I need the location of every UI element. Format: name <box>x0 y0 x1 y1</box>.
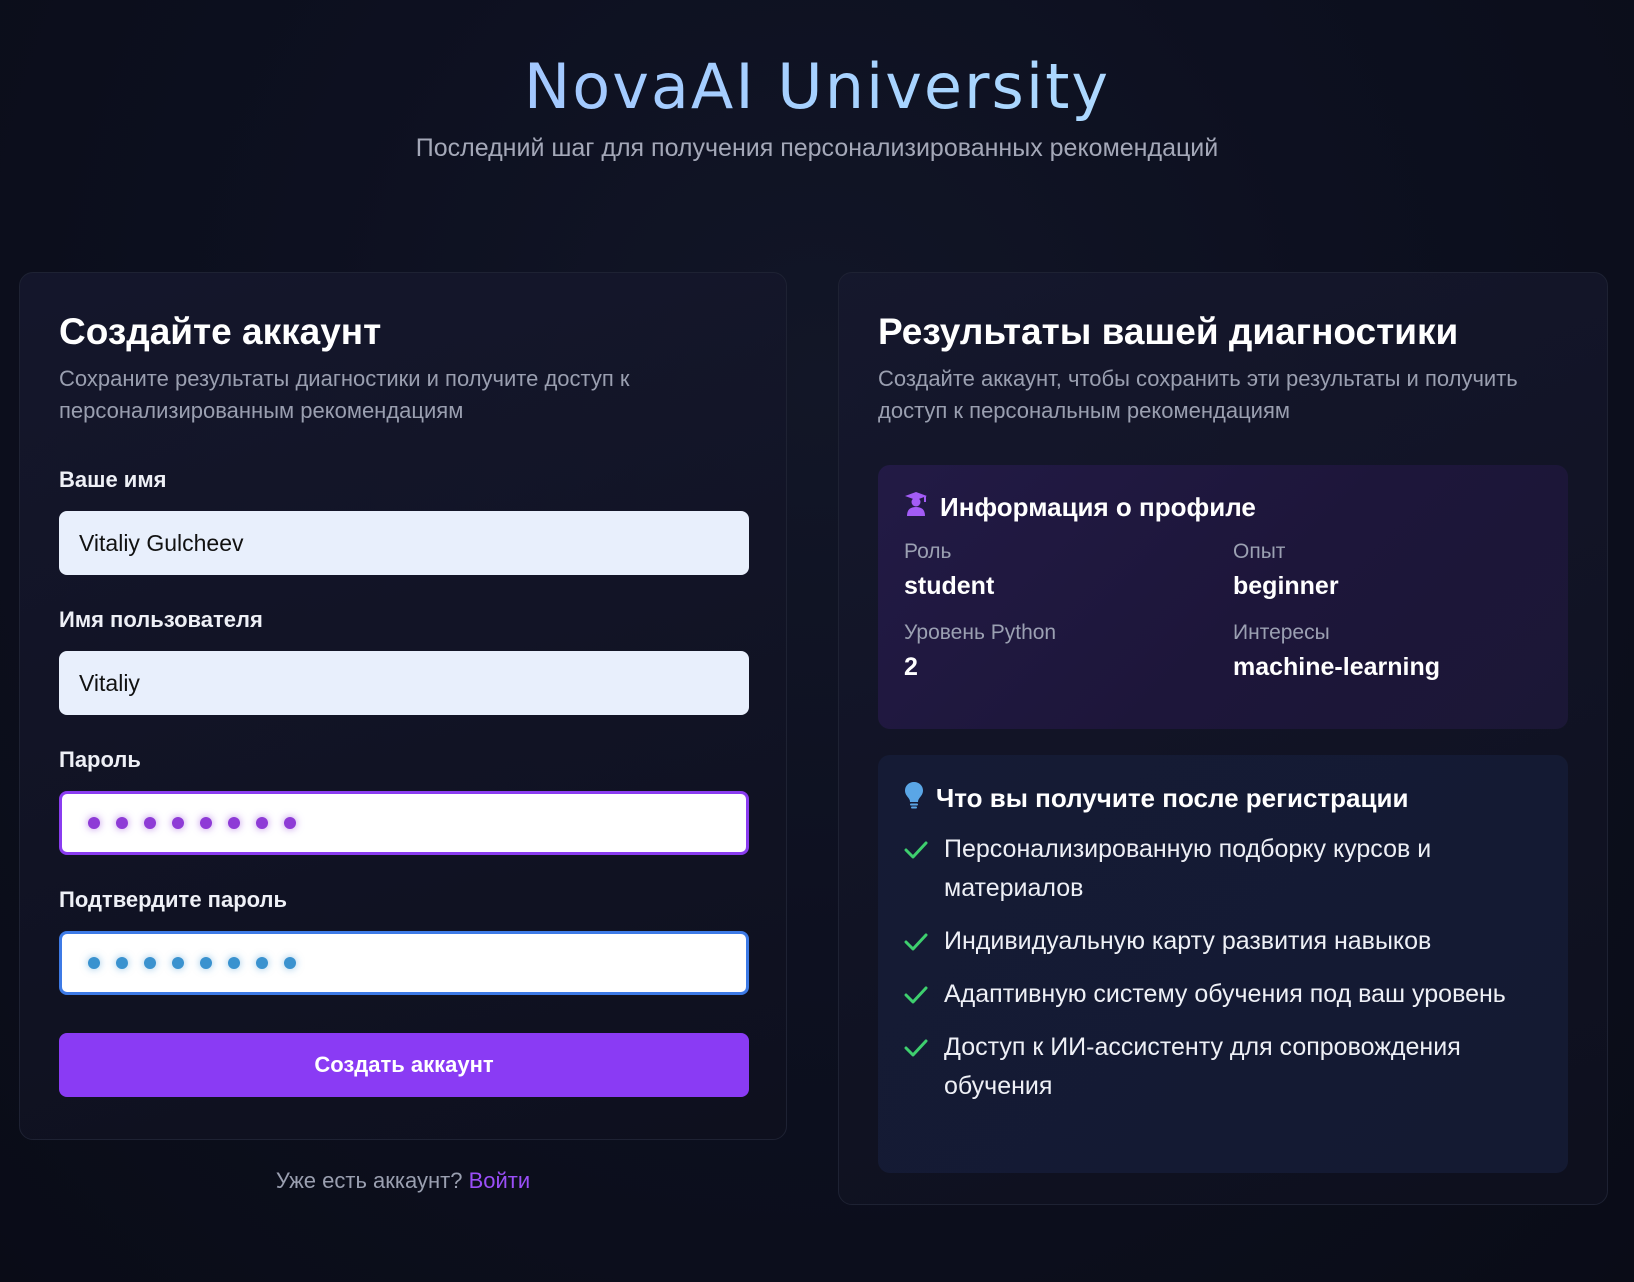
login-link[interactable]: Войти <box>469 1168 531 1193</box>
check-icon <box>904 975 930 1014</box>
results-subtitle: Создайте аккаунт, чтобы сохранить эти ре… <box>878 366 1518 423</box>
login-prompt-row: Уже есть аккаунт? Войти <box>19 1168 787 1194</box>
stat-label: Интересы <box>1233 621 1330 644</box>
signup-card: Создайте аккаунт Сохраните результаты ди… <box>19 272 787 1140</box>
check-icon <box>904 830 930 869</box>
stat-label: Уровень Python <box>904 621 1057 644</box>
page-tagline: Последний шаг для получения персонализир… <box>415 134 1219 162</box>
signup-subtitle: Сохраните результаты диагностики и получ… <box>59 366 630 423</box>
create-account-button[interactable]: Создать аккаунт <box>59 1033 749 1097</box>
page-header: NovaAI University Последний шаг для полу… <box>0 48 1634 163</box>
confirm-password-input[interactable] <box>59 931 749 995</box>
stat-interests: Интересы machine-learning <box>1233 621 1562 682</box>
password-mask <box>82 817 296 829</box>
check-icon <box>904 1028 930 1067</box>
stat-role: Роль student <box>904 540 1233 601</box>
benefit-item: Адаптивную систему обучения под ваш уров… <box>904 975 1542 1014</box>
password-input[interactable] <box>59 791 749 855</box>
name-field-group: Ваше имя Vitaliy Gulcheev <box>59 467 749 575</box>
password-field-group: Пароль <box>59 747 749 855</box>
graduate-icon <box>904 491 928 524</box>
signup-title: Создайте аккаунт <box>59 311 382 352</box>
stat-label: Роль <box>904 540 952 563</box>
profile-heading-row: Информация о профиле <box>904 491 1542 524</box>
lightbulb-icon <box>904 781 924 816</box>
benefits-heading: Что вы получите после регистрации <box>936 783 1409 813</box>
results-title: Результаты вашей диагностики <box>878 311 1459 352</box>
profile-heading: Информация о профиле <box>940 492 1256 522</box>
check-icon <box>904 922 930 961</box>
brand-title: NovaAI University <box>0 48 1634 126</box>
results-card: Результаты вашей диагностики Создайте ак… <box>838 272 1608 1205</box>
password-label: Пароль <box>59 747 141 772</box>
stat-python-level: Уровень Python 2 <box>904 621 1233 682</box>
benefit-text: Доступ к ИИ-ассистенту для сопровождения… <box>944 1033 1461 1100</box>
profile-panel: Информация о профиле Роль student Опыт b… <box>878 465 1568 729</box>
benefit-text: Персонализированную подборку курсов и ма… <box>944 835 1432 902</box>
username-field-group: Имя пользователя Vitaliy <box>59 607 749 715</box>
name-label: Ваше имя <box>59 467 167 492</box>
stat-value: beginner <box>1233 572 1339 600</box>
profile-stats: Роль student Опыт beginner Уровень Pytho… <box>904 540 1542 682</box>
benefits-heading-row: Что вы получите после регистрации <box>904 781 1542 816</box>
stat-value: machine-learning <box>1233 653 1440 681</box>
benefit-item: Индивидуальную карту развития навыков <box>904 922 1542 961</box>
benefit-text: Индивидуальную карту развития навыков <box>944 927 1432 955</box>
username-input[interactable]: Vitaliy <box>59 651 749 715</box>
stat-value: student <box>904 572 995 600</box>
benefit-item: Доступ к ИИ-ассистенту для сопровождения… <box>904 1028 1542 1106</box>
name-input[interactable]: Vitaliy Gulcheev <box>59 511 749 575</box>
confirm-label: Подтвердите пароль <box>59 887 288 912</box>
benefits-panel: Что вы получите после регистрации Персон… <box>878 755 1568 1173</box>
confirm-password-mask <box>82 957 296 969</box>
confirm-field-group: Подтвердите пароль <box>59 887 749 995</box>
login-prompt-text: Уже есть аккаунт? <box>275 1168 463 1193</box>
benefit-item: Персонализированную подборку курсов и ма… <box>904 830 1542 908</box>
benefit-text: Адаптивную систему обучения под ваш уров… <box>944 980 1506 1008</box>
stat-label: Опыт <box>1233 540 1286 563</box>
stat-experience: Опыт beginner <box>1233 540 1562 601</box>
stat-value: 2 <box>904 653 918 681</box>
username-label: Имя пользователя <box>59 607 263 632</box>
